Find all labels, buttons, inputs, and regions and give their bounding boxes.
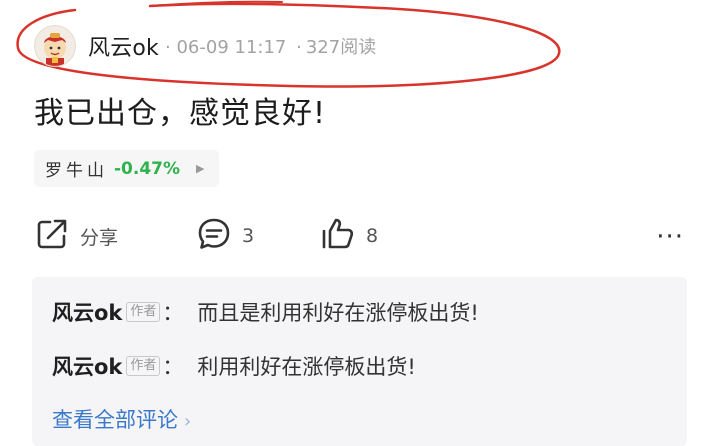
- comment-author[interactable]: 风云ok: [52, 297, 122, 327]
- share-icon: [34, 216, 70, 256]
- meta-separator: ·: [165, 37, 171, 58]
- share-button[interactable]: 分享: [34, 216, 118, 256]
- stock-change: -0.47%: [114, 158, 181, 179]
- triangle-right-icon: ▶: [196, 162, 205, 175]
- post-meta: · 06-09 11:17 · 327阅读: [165, 33, 376, 59]
- comment-bubble-icon: [196, 216, 232, 256]
- author-name[interactable]: 风云ok: [88, 30, 159, 62]
- comment-text: 利用利好在涨停板出货!: [197, 355, 416, 379]
- comment-count: 3: [242, 225, 255, 247]
- view-count: 327阅读: [305, 37, 377, 58]
- comment-item[interactable]: 风云ok 作者 ： 利用利好在涨停板出货!: [52, 351, 416, 381]
- like-button[interactable]: 8: [320, 216, 378, 256]
- chevron-right-icon: ›: [184, 411, 192, 432]
- more-options-icon[interactable]: ···: [656, 222, 684, 252]
- like-count: 8: [366, 225, 379, 247]
- comment-colon: ：: [162, 301, 184, 325]
- comment-item[interactable]: 风云ok 作者 ： 而且是利用利好在涨停板出货!: [52, 297, 479, 327]
- view-all-label: 查看全部评论: [52, 408, 178, 432]
- stock-name: 罗牛山: [45, 161, 108, 181]
- action-bar: 分享 3 8 ···: [34, 216, 684, 256]
- thumbs-up-icon: [320, 216, 356, 256]
- share-label: 分享: [80, 226, 119, 249]
- comments-panel: 风云ok 作者 ： 而且是利用利好在涨停板出货! 风云ok 作者 ： 利用利好在…: [32, 277, 687, 446]
- comment-colon: ：: [162, 355, 184, 379]
- avatar-icon[interactable]: [34, 25, 76, 67]
- stock-tag[interactable]: 罗牛山 -0.47% ▶: [34, 150, 219, 187]
- author-badge: 作者: [126, 356, 161, 376]
- post-date: 06-09 11:17: [176, 37, 287, 58]
- post-content: 我已出仓，感觉良好!: [34, 96, 327, 131]
- comment-text: 而且是利用利好在涨停板出货!: [197, 301, 479, 325]
- author-badge: 作者: [126, 302, 161, 322]
- comment-author[interactable]: 风云ok: [52, 351, 122, 381]
- comment-button[interactable]: 3: [196, 216, 254, 256]
- meta-separator: ·: [296, 37, 302, 58]
- post-header: 风云ok · 06-09 11:17 · 327阅读: [34, 25, 376, 67]
- view-all-comments-link[interactable]: 查看全部评论 ›: [52, 404, 191, 434]
